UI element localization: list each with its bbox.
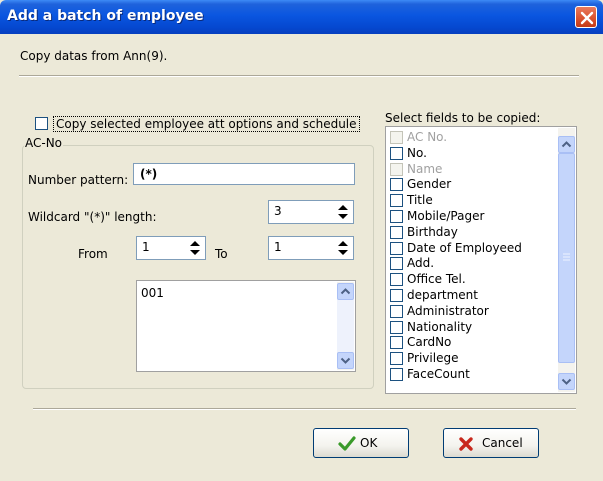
field-label: department bbox=[407, 288, 478, 302]
field-checkbox[interactable] bbox=[390, 210, 403, 223]
from-label: From bbox=[78, 247, 108, 261]
field-checkbox[interactable] bbox=[390, 289, 403, 302]
scroll-track[interactable] bbox=[337, 300, 354, 352]
field-checkbox bbox=[390, 131, 403, 144]
scroll-up-button[interactable] bbox=[558, 136, 575, 153]
chevron-down-icon bbox=[340, 357, 351, 364]
spinner-arrows-icon[interactable] bbox=[187, 239, 203, 257]
field-label: AC No. bbox=[407, 130, 448, 144]
copy-options-label[interactable]: Copy selected employee att options and s… bbox=[53, 116, 360, 132]
copy-from-text: Copy datas from Ann(9). bbox=[20, 49, 168, 63]
field-label: Privilege bbox=[407, 351, 459, 365]
chevron-down-icon bbox=[561, 378, 572, 385]
field-checkbox[interactable] bbox=[390, 178, 403, 191]
title-bar[interactable]: Add a batch of employee bbox=[0, 0, 603, 34]
field-checkbox[interactable] bbox=[390, 352, 403, 365]
checkmark-icon bbox=[338, 436, 356, 451]
close-icon bbox=[580, 11, 594, 25]
chevron-up-icon bbox=[340, 288, 351, 295]
wildcard-length-value: 3 bbox=[274, 204, 282, 218]
to-value: 1 bbox=[274, 240, 282, 254]
field-label: CardNo bbox=[407, 335, 452, 349]
field-checkbox[interactable] bbox=[390, 305, 403, 318]
field-label: Add. bbox=[407, 256, 435, 270]
field-checkbox[interactable] bbox=[390, 226, 403, 239]
field-checkbox[interactable] bbox=[390, 147, 403, 160]
number-pattern-label: Number pattern: bbox=[28, 173, 129, 187]
field-checkbox[interactable] bbox=[390, 257, 403, 270]
preview-item: 001 bbox=[141, 286, 164, 300]
field-label: FaceCount bbox=[407, 367, 470, 381]
close-button[interactable] bbox=[575, 6, 597, 28]
cancel-label: Cancel bbox=[482, 436, 523, 450]
field-label: Date of Employeed bbox=[407, 241, 522, 255]
number-pattern-input[interactable]: (*) bbox=[133, 163, 355, 185]
ok-label: OK bbox=[360, 436, 378, 450]
wildcard-length-label: Wildcard "(*)" length: bbox=[28, 210, 157, 224]
separator-top bbox=[19, 75, 579, 77]
x-icon bbox=[459, 437, 473, 451]
scroll-down-button[interactable] bbox=[337, 352, 354, 369]
ac-number-preview-list[interactable]: 001 bbox=[136, 280, 356, 372]
to-spinner[interactable]: 1 bbox=[268, 236, 354, 260]
preview-scrollbar[interactable] bbox=[337, 282, 354, 370]
grip-icon bbox=[563, 253, 570, 261]
separator-bottom bbox=[33, 408, 576, 410]
scroll-down-button[interactable] bbox=[558, 373, 575, 390]
window-title: Add a batch of employee bbox=[7, 8, 204, 24]
cancel-button[interactable]: Cancel bbox=[443, 428, 539, 458]
fields-scrollbar[interactable] bbox=[558, 128, 575, 392]
wildcard-length-spinner[interactable]: 3 bbox=[268, 200, 354, 224]
field-checkbox[interactable] bbox=[390, 336, 403, 349]
acno-group-label: AC-No bbox=[24, 136, 64, 150]
spinner-arrows-icon[interactable] bbox=[335, 203, 351, 221]
field-label: Title bbox=[407, 193, 433, 207]
select-fields-label: Select fields to be copied: bbox=[385, 111, 541, 125]
field-checkbox[interactable] bbox=[390, 242, 403, 255]
from-spinner[interactable]: 1 bbox=[136, 236, 206, 260]
scroll-up-button[interactable] bbox=[337, 283, 354, 300]
from-value: 1 bbox=[142, 240, 150, 254]
field-label: No. bbox=[407, 146, 427, 160]
field-label: Birthday bbox=[407, 225, 458, 239]
field-checkbox[interactable] bbox=[390, 321, 403, 334]
ok-button[interactable]: OK bbox=[313, 428, 409, 458]
spinner-arrows-icon[interactable] bbox=[335, 239, 351, 257]
field-label: Nationality bbox=[407, 320, 473, 334]
field-label: Mobile/Pager bbox=[407, 209, 485, 223]
field-checkbox[interactable] bbox=[390, 273, 403, 286]
field-checkbox[interactable] bbox=[390, 194, 403, 207]
field-label: Name bbox=[407, 162, 443, 176]
copy-options-checkbox[interactable] bbox=[35, 117, 48, 130]
field-checkbox bbox=[390, 163, 403, 176]
field-checkbox[interactable] bbox=[390, 368, 403, 381]
dialog-window: Add a batch of employee Copy datas from … bbox=[0, 0, 603, 481]
field-label: Administrator bbox=[407, 304, 489, 318]
chevron-up-icon bbox=[561, 141, 572, 148]
scroll-thumb[interactable] bbox=[558, 153, 575, 363]
field-label: Office Tel. bbox=[407, 272, 466, 286]
to-label: To bbox=[215, 247, 228, 261]
field-label: Gender bbox=[407, 177, 452, 191]
